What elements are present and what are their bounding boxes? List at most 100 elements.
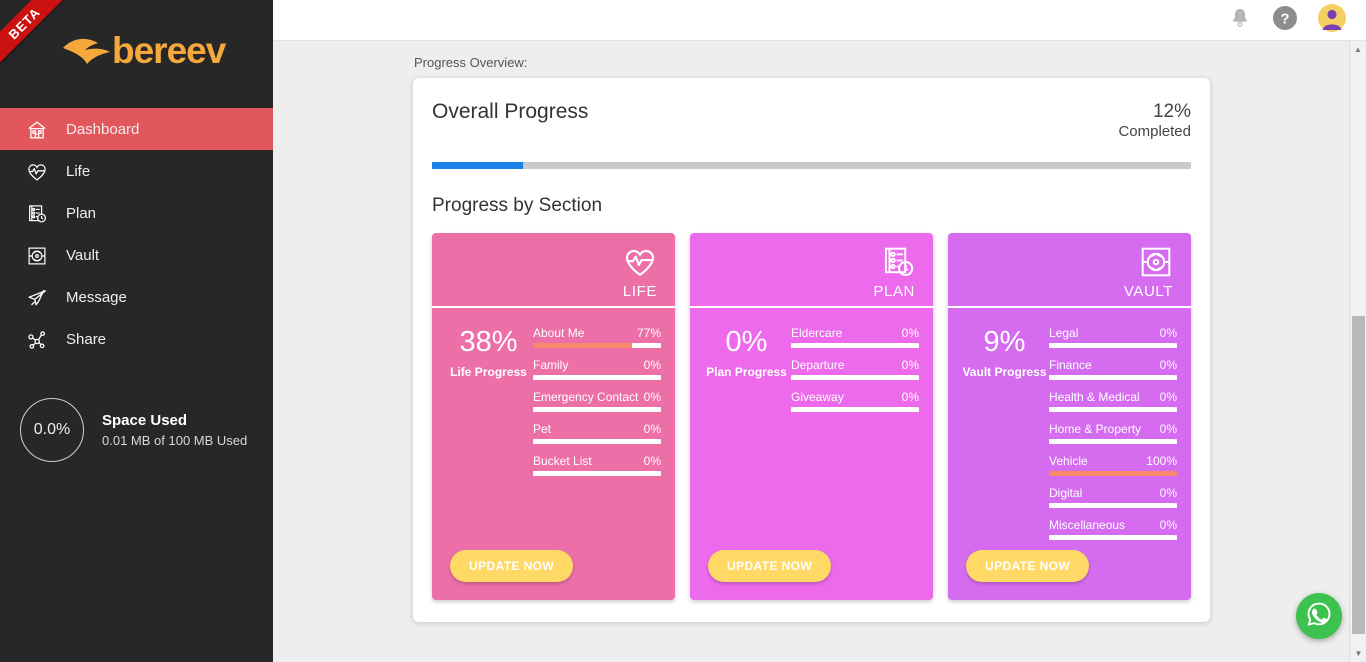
share-nodes-icon bbox=[26, 329, 48, 351]
checklist-clock-icon bbox=[881, 245, 915, 279]
section-card-footer: UPDATE NOW bbox=[948, 550, 1191, 600]
sidebar-item-label: Plan bbox=[66, 205, 97, 222]
section-progress-value: 0% bbox=[643, 390, 661, 405]
overall-progress-percent: 12% bbox=[1152, 101, 1191, 122]
section-card-vault[interactable]: VAULT 9% Vault Progress Legal 0% Finance 0% Hea… bbox=[948, 233, 1191, 601]
section-progress-label: Family bbox=[533, 358, 569, 373]
whatsapp-chat-button[interactable] bbox=[1296, 593, 1342, 639]
section-progress-value: 0% bbox=[643, 422, 661, 437]
sidebar-item-share[interactable]: Share bbox=[0, 318, 273, 360]
section-progress-bar bbox=[1049, 375, 1177, 381]
scrollbar-thumb[interactable] bbox=[1352, 316, 1365, 634]
section-card-header: VAULT bbox=[948, 233, 1191, 309]
vault-icon bbox=[1139, 245, 1173, 279]
home-icon bbox=[26, 119, 48, 141]
section-progress-label: Health & Medical bbox=[1049, 390, 1140, 405]
section-progress-label: Legal bbox=[1049, 326, 1079, 341]
update-now-button[interactable]: UPDATE NOW bbox=[708, 550, 832, 583]
section-card-life[interactable]: LIFE 38% Life Progress About Me 77% Family 0% E… bbox=[432, 233, 675, 601]
section-cards: LIFE 38% Life Progress About Me 77% Family 0% E… bbox=[432, 233, 1191, 601]
top-header-bar: ? bbox=[273, 0, 1366, 41]
app-root: BETA bereev Dashboard Life Plan Vault Messag… bbox=[0, 0, 1366, 662]
section-progress-row: Pet 0% bbox=[533, 422, 661, 445]
section-progress-bar bbox=[1049, 503, 1177, 509]
section-progress-label: Giveaway bbox=[791, 390, 844, 405]
overall-progress-bar bbox=[432, 162, 1191, 170]
section-progress-label: About Me bbox=[533, 326, 585, 341]
section-progress-row: Finance 0% bbox=[1049, 358, 1177, 381]
section-card-plan[interactable]: PLAN 0% Plan Progress Eldercare 0% Departure 0… bbox=[690, 233, 933, 601]
section-progress-bar bbox=[1049, 471, 1177, 477]
section-progress-bar bbox=[791, 343, 919, 349]
section-progress-bar bbox=[533, 471, 661, 477]
section-big-percent: 9% bbox=[983, 326, 1026, 359]
page-scrollbar[interactable]: ▲ ▼ bbox=[1349, 41, 1366, 662]
paper-plane-icon bbox=[26, 287, 48, 309]
section-progress-label: Emergency Contact bbox=[533, 390, 639, 405]
overall-progress-title: Overall Progress bbox=[432, 100, 589, 123]
section-summary: 9% Vault Progress bbox=[962, 326, 1047, 550]
section-summary: 0% Plan Progress bbox=[704, 326, 789, 550]
section-progress-row: Home & Property 0% bbox=[1049, 422, 1177, 445]
main-content: Progress Overview: Overall Progress 12% … bbox=[273, 41, 1366, 662]
sidebar-item-label: Dashboard bbox=[66, 121, 140, 138]
section-progress-bar bbox=[1049, 439, 1177, 445]
notification-bell-icon[interactable] bbox=[1228, 6, 1252, 35]
section-progress-row: Family 0% bbox=[533, 358, 661, 381]
section-progress-label: Miscellaneous bbox=[1049, 518, 1126, 533]
section-progress-caption: Life Progress bbox=[450, 365, 527, 380]
section-progress-label: Vehicle bbox=[1049, 454, 1088, 469]
space-used-ring: 0.0% bbox=[20, 398, 84, 462]
update-now-button[interactable]: UPDATE NOW bbox=[966, 550, 1090, 583]
sidebar-item-life[interactable]: Life bbox=[0, 150, 273, 192]
section-card-header: LIFE bbox=[432, 233, 675, 309]
section-progress-value: 0% bbox=[1159, 422, 1177, 437]
sidebar-item-plan[interactable]: Plan bbox=[0, 192, 273, 234]
section-progress-row: Emergency Contact 0% bbox=[533, 390, 661, 413]
vault-icon bbox=[26, 245, 48, 267]
sidebar-item-label: Vault bbox=[66, 247, 100, 264]
scroll-up-arrow-icon[interactable]: ▲ bbox=[1350, 41, 1366, 58]
bereev-bird-icon bbox=[60, 34, 116, 68]
section-progress-bar bbox=[533, 343, 661, 349]
brand-name: bereev bbox=[112, 30, 226, 71]
section-card-body: 9% Vault Progress Legal 0% Finance 0% Health &… bbox=[948, 308, 1191, 550]
sidebar-item-message[interactable]: Message bbox=[0, 276, 273, 318]
sidebar-item-vault[interactable]: Vault bbox=[0, 234, 273, 276]
section-progress-value: 0% bbox=[901, 326, 919, 341]
section-progress-row: Giveaway 0% bbox=[791, 390, 919, 413]
section-rows: Eldercare 0% Departure 0% Giveaway 0% bbox=[789, 326, 919, 550]
progress-panel: Overall Progress 12% Completed Progress … bbox=[413, 78, 1210, 623]
scroll-down-arrow-icon[interactable]: ▼ bbox=[1350, 645, 1366, 662]
user-avatar[interactable] bbox=[1318, 3, 1346, 37]
section-progress-value: 77% bbox=[636, 326, 661, 341]
section-progress-row: Vehicle 100% bbox=[1049, 454, 1177, 477]
section-progress-label: Departure bbox=[791, 358, 845, 373]
section-progress-value: 0% bbox=[1159, 518, 1177, 533]
section-progress-label: Eldercare bbox=[791, 326, 843, 341]
section-progress-label: Finance bbox=[1049, 358, 1092, 373]
section-big-percent: 38% bbox=[459, 326, 518, 359]
section-progress-row: Departure 0% bbox=[791, 358, 919, 381]
section-progress-bar bbox=[533, 439, 661, 445]
beta-ribbon: BETA bbox=[0, 0, 69, 68]
section-card-header: PLAN bbox=[690, 233, 933, 309]
section-rows: About Me 77% Family 0% Emergency Contact 0% Pe… bbox=[531, 326, 661, 550]
section-card-body: 38% Life Progress About Me 77% Family 0% Emerg… bbox=[432, 308, 675, 550]
update-now-button[interactable]: UPDATE NOW bbox=[450, 550, 574, 583]
section-big-percent: 0% bbox=[725, 326, 768, 359]
section-progress-label: Digital bbox=[1049, 486, 1083, 501]
progress-overview-label: Progress Overview: bbox=[414, 55, 528, 70]
section-progress-value: 0% bbox=[1159, 486, 1177, 501]
section-progress-row: Eldercare 0% bbox=[791, 326, 919, 349]
section-card-body: 0% Plan Progress Eldercare 0% Departure 0% Giv… bbox=[690, 308, 933, 550]
section-progress-value: 100% bbox=[1146, 454, 1177, 469]
progress-by-section-heading: Progress by Section bbox=[432, 195, 603, 217]
section-progress-label: Home & Property bbox=[1049, 422, 1142, 437]
sidebar-item-dashboard[interactable]: Dashboard bbox=[0, 108, 273, 150]
section-progress-bar bbox=[533, 375, 661, 381]
overall-progress-bar-fill bbox=[432, 162, 524, 170]
brand-logo-area: BETA bereev bbox=[0, 0, 273, 108]
help-question-icon[interactable]: ? bbox=[1272, 5, 1298, 36]
section-progress-value: 0% bbox=[1159, 358, 1177, 373]
